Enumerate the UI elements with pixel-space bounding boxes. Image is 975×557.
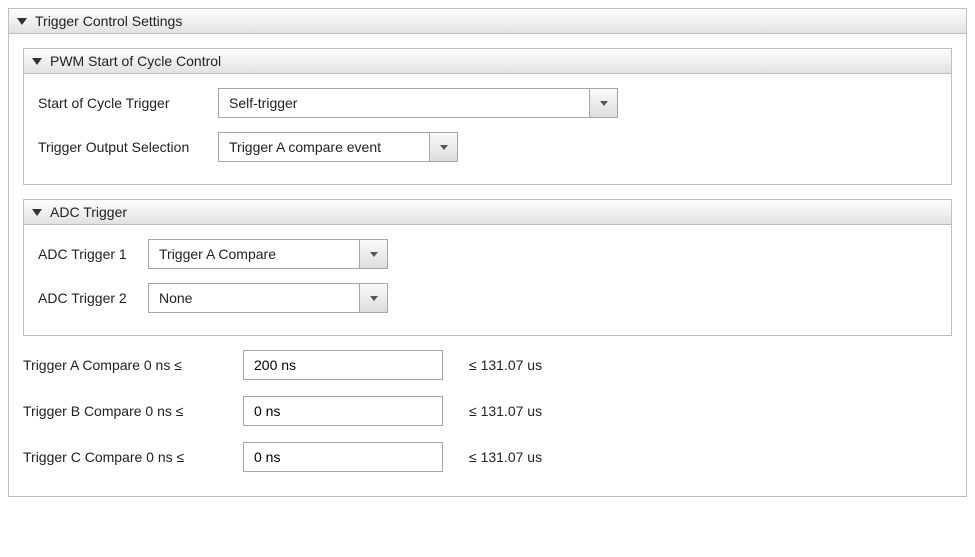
dropdown-button[interactable]: [589, 89, 617, 117]
trigger-b-compare-upper: ≤ 131.07 us: [469, 403, 542, 419]
pwm-start-cycle-header[interactable]: PWM Start of Cycle Control: [24, 49, 951, 74]
adc-trigger-2-row: ADC Trigger 2 None: [38, 283, 937, 313]
pwm-start-cycle-panel: PWM Start of Cycle Control Start of Cycl…: [23, 48, 952, 185]
output-selection-label: Trigger Output Selection: [38, 139, 218, 155]
page-title: Trigger Control Settings: [35, 13, 182, 29]
triangle-down-icon: [32, 209, 42, 216]
dropdown-button[interactable]: [359, 284, 387, 312]
trigger-control-body: PWM Start of Cycle Control Start of Cycl…: [9, 34, 966, 496]
trigger-a-compare-label: Trigger A Compare 0 ns ≤: [23, 357, 243, 373]
trigger-c-compare-upper: ≤ 131.07 us: [469, 449, 542, 465]
trigger-c-compare-row: Trigger C Compare 0 ns ≤ ≤ 131.07 us: [23, 442, 952, 472]
adc-trigger-panel: ADC Trigger ADC Trigger 1 Trigger A Comp…: [23, 199, 952, 336]
adc-trigger-1-row: ADC Trigger 1 Trigger A Compare: [38, 239, 937, 269]
adc-section-title: ADC Trigger: [50, 204, 127, 220]
trigger-a-compare-upper: ≤ 131.07 us: [469, 357, 542, 373]
output-selection-row: Trigger Output Selection Trigger A compa…: [38, 132, 937, 162]
triangle-down-icon: [32, 58, 42, 65]
pwm-section-title: PWM Start of Cycle Control: [50, 53, 221, 69]
trigger-control-settings-header[interactable]: Trigger Control Settings: [9, 9, 966, 34]
pwm-body: Start of Cycle Trigger Self-trigger Trig…: [24, 74, 951, 184]
start-trigger-select[interactable]: Self-trigger: [218, 88, 618, 118]
start-trigger-value: Self-trigger: [219, 89, 589, 117]
adc-trigger-2-value: None: [149, 284, 359, 312]
adc-trigger-2-select[interactable]: None: [148, 283, 388, 313]
trigger-b-compare-label: Trigger B Compare 0 ns ≤: [23, 403, 243, 419]
trigger-control-settings-panel: Trigger Control Settings PWM Start of Cy…: [8, 8, 967, 497]
triangle-down-icon: [17, 18, 27, 25]
output-selection-value: Trigger A compare event: [219, 133, 429, 161]
trigger-b-compare-row: Trigger B Compare 0 ns ≤ ≤ 131.07 us: [23, 396, 952, 426]
trigger-a-compare-row: Trigger A Compare 0 ns ≤ ≤ 131.07 us: [23, 350, 952, 380]
dropdown-button[interactable]: [429, 133, 457, 161]
start-trigger-label: Start of Cycle Trigger: [38, 95, 218, 111]
trigger-a-compare-input[interactable]: [243, 350, 443, 380]
adc-trigger-header[interactable]: ADC Trigger: [24, 200, 951, 225]
chevron-down-icon: [440, 145, 448, 150]
adc-body: ADC Trigger 1 Trigger A Compare ADC Trig…: [24, 225, 951, 335]
chevron-down-icon: [370, 252, 378, 257]
adc-trigger-1-select[interactable]: Trigger A Compare: [148, 239, 388, 269]
adc-trigger-1-value: Trigger A Compare: [149, 240, 359, 268]
output-selection-select[interactable]: Trigger A compare event: [218, 132, 458, 162]
adc-trigger-2-label: ADC Trigger 2: [38, 290, 148, 306]
trigger-b-compare-input[interactable]: [243, 396, 443, 426]
start-trigger-row: Start of Cycle Trigger Self-trigger: [38, 88, 937, 118]
adc-trigger-1-label: ADC Trigger 1: [38, 246, 148, 262]
dropdown-button[interactable]: [359, 240, 387, 268]
trigger-c-compare-label: Trigger C Compare 0 ns ≤: [23, 449, 243, 465]
chevron-down-icon: [370, 296, 378, 301]
trigger-c-compare-input[interactable]: [243, 442, 443, 472]
chevron-down-icon: [600, 101, 608, 106]
